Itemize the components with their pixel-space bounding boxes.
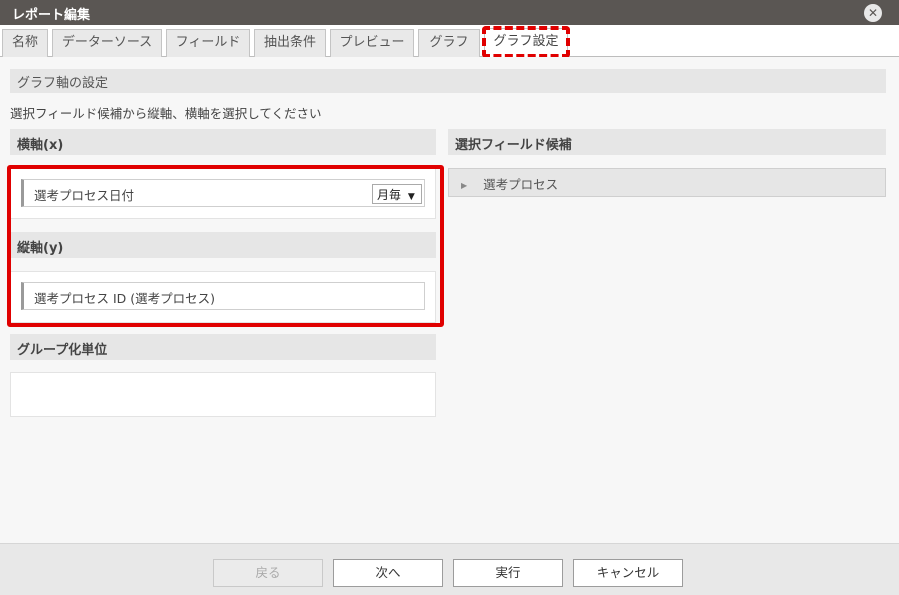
x-axis-header: 横軸(x)	[10, 129, 436, 155]
cancel-button[interactable]: キャンセル	[573, 559, 683, 587]
tab-graph[interactable]: グラフ	[418, 29, 480, 57]
back-button[interactable]: 戻る	[213, 559, 323, 587]
grouping-header: グループ化単位	[10, 334, 436, 360]
footer-bar: 戻る 次へ 実行 キャンセル	[0, 543, 899, 595]
grouping-dropzone[interactable]	[10, 372, 436, 417]
candidates-header: 選択フィールド候補	[448, 129, 886, 155]
chevron-down-icon: ▼	[407, 192, 415, 202]
candidate-group-label: 選考プロセス	[483, 177, 559, 192]
y-axis-field-label: 選考プロセス ID (選考プロセス)	[34, 291, 216, 306]
x-axis-field[interactable]: 選考プロセス日付	[21, 179, 425, 207]
window-title: レポート編集	[12, 8, 91, 23]
tab-preview[interactable]: プレビュー	[330, 29, 414, 57]
y-axis-field[interactable]: 選考プロセス ID (選考プロセス)	[21, 282, 425, 310]
tab-graph-settings[interactable]: グラフ設定	[484, 28, 568, 58]
x-axis-interval-value: 月毎	[377, 188, 402, 202]
candidate-group-item[interactable]: ▶ 選考プロセス	[448, 168, 886, 197]
main-content: グラフ軸の設定 選択フィールド候補から縦軸、横軸を選択してください 横軸(x) …	[0, 57, 899, 543]
tab-name[interactable]: 名称	[2, 29, 48, 57]
y-axis-header: 縦軸(y)	[10, 232, 436, 258]
next-button[interactable]: 次へ	[333, 559, 443, 587]
tab-filter-conditions[interactable]: 抽出条件	[254, 29, 326, 57]
section-description: 選択フィールド候補から縦軸、横軸を選択してください	[10, 106, 322, 121]
section-title: グラフ軸の設定	[10, 69, 886, 93]
close-icon[interactable]: ✕	[864, 4, 882, 22]
run-button[interactable]: 実行	[453, 559, 563, 587]
x-axis-field-label: 選考プロセス日付	[34, 188, 135, 203]
tab-bar: 名称 データーソース フィールド 抽出条件 プレビュー グラフ グラフ設定	[0, 25, 899, 58]
window-titlebar: レポート編集 ✕	[0, 0, 899, 25]
expand-arrow-icon[interactable]: ▶	[461, 181, 467, 190]
x-axis-interval-select[interactable]: 月毎 ▼	[372, 184, 422, 204]
tab-datasource[interactable]: データーソース	[52, 29, 162, 57]
tab-fields[interactable]: フィールド	[166, 29, 250, 57]
